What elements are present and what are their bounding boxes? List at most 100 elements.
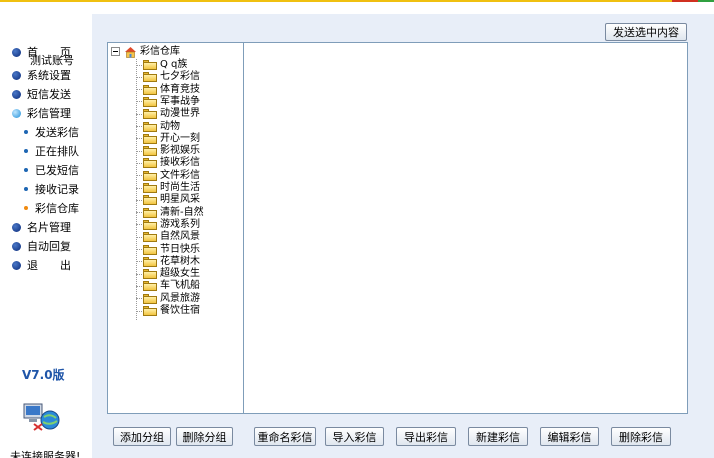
tree-folder-item[interactable]: 影视娱乐 <box>136 145 200 157</box>
tree-folder-item[interactable]: 接收彩信 <box>136 157 200 169</box>
tree-connector <box>136 126 142 127</box>
sub-queue[interactable]: 正在排队 <box>24 143 79 159</box>
nav-label: 自动回复 <box>27 240 71 253</box>
tree-folder-item[interactable]: 军事战争 <box>136 96 200 108</box>
connection-status: 未连接服务器! <box>10 450 81 458</box>
tree-folder-label: 七夕彩信 <box>160 71 200 83</box>
tree-folder-label: 超级女生 <box>160 268 200 280</box>
sub-label: 彩信仓库 <box>35 202 79 215</box>
tree-folder-label: 明星风采 <box>160 194 200 206</box>
tree-folder-item[interactable]: 超级女生 <box>136 268 200 280</box>
sub-send-mms[interactable]: 发送彩信 <box>24 124 79 140</box>
import-mms-button[interactable]: 导入彩信 <box>325 427 384 446</box>
tree-root[interactable]: 彩信仓库 <box>111 45 180 58</box>
bullet-icon <box>24 149 28 153</box>
network-computer-icon[interactable] <box>22 402 62 434</box>
blue-ball-icon <box>12 89 21 99</box>
nav-card-manage[interactable]: 名片管理 <box>12 219 71 235</box>
sub-label: 接收记录 <box>35 183 79 196</box>
tree-connector <box>136 212 142 214</box>
new-mms-button[interactable]: 新建彩信 <box>468 427 528 446</box>
tree-folder-item[interactable]: 清新-自然 <box>136 207 204 219</box>
blue-ball-icon <box>12 260 21 270</box>
folder-icon <box>143 72 157 83</box>
tree-folder-item[interactable]: 七夕彩信 <box>136 71 200 83</box>
folder-icon <box>143 269 157 280</box>
tree-connector <box>136 162 142 164</box>
tree-connector <box>136 175 142 177</box>
tree-folder-item[interactable]: 节日快乐 <box>136 244 200 256</box>
bullet-icon <box>24 168 28 172</box>
tree-folder-label: 花草树木 <box>160 255 200 267</box>
top-accent-red <box>672 0 698 2</box>
folder-icon <box>143 281 157 292</box>
bullet-icon <box>24 187 28 191</box>
nav-exit[interactable]: 退 出 <box>12 257 71 273</box>
sub-label: 已发短信 <box>35 164 79 177</box>
top-accent-green <box>698 0 714 2</box>
nav-system-settings[interactable]: 系统设置 <box>12 67 71 83</box>
tree-folder-label: Q q族 <box>160 59 188 70</box>
tree-folder-label: 时尚生活 <box>160 182 200 193</box>
nav-sms-send[interactable]: 短信发送 <box>12 86 71 102</box>
tree-folder-label: 车飞机船 <box>160 280 200 292</box>
folder-icon <box>143 133 157 144</box>
folder-icon <box>143 183 157 193</box>
sub-received[interactable]: 接收记录 <box>24 181 79 197</box>
blue-ball-icon <box>12 70 21 80</box>
sub-mms-warehouse[interactable]: 彩信仓库 <box>24 200 79 216</box>
tree-folder-item[interactable]: Q q族 <box>136 59 187 71</box>
export-mms-button[interactable]: 导出彩信 <box>396 427 456 446</box>
nav-auto-reply[interactable]: 自动回复 <box>12 238 71 254</box>
folder-icon <box>143 244 157 255</box>
nav-label: 短信发送 <box>27 88 71 101</box>
tree-folder-label: 接收彩信 <box>160 157 200 169</box>
tree-folder-label: 开心一刻 <box>160 132 200 144</box>
tree-connector <box>136 101 142 103</box>
version-label: V7.0版 <box>22 368 65 382</box>
blue-ball-icon <box>12 47 21 57</box>
folder-icon <box>143 256 157 267</box>
tree-folder-item[interactable]: 动物 <box>136 121 180 133</box>
folder-icon <box>143 96 157 107</box>
tree-folder-item[interactable]: 时尚生活 <box>136 182 200 194</box>
tree-connector <box>136 298 142 300</box>
mms-content-area[interactable] <box>243 42 688 414</box>
blue-ball-icon <box>12 241 21 251</box>
tree-folder-item[interactable]: 餐饮住宿 <box>136 305 200 317</box>
bullet-icon <box>24 130 28 134</box>
folder-icon <box>143 158 157 169</box>
folder-icon <box>143 207 157 218</box>
tree-connector <box>136 64 142 66</box>
tree-folder-item[interactable]: 开心一刻 <box>136 133 200 145</box>
sub-sent[interactable]: 已发短信 <box>24 162 79 178</box>
nav-mms-manage[interactable]: 彩信管理 <box>12 105 71 121</box>
tree-folder-label: 自然风景 <box>160 231 200 243</box>
tree-folder-item[interactable]: 风景旅游 <box>136 293 200 305</box>
tree-connector <box>136 113 142 115</box>
folder-icon <box>143 60 157 70</box>
tree-folder-item[interactable]: 明星风采 <box>136 194 200 206</box>
tree-folder-item[interactable]: 动漫世界 <box>136 108 200 120</box>
add-group-button[interactable]: 添加分组 <box>113 427 171 446</box>
folder-icon <box>143 121 157 132</box>
tree-folder-item[interactable]: 体育竞技 <box>136 84 200 96</box>
edit-mms-button[interactable]: 编辑彩信 <box>540 427 599 446</box>
delete-mms-button[interactable]: 删除彩信 <box>611 427 671 446</box>
tree-folder-label: 餐饮住宿 <box>160 305 200 316</box>
tree-folder-item[interactable]: 文件彩信 <box>136 170 200 182</box>
collapse-toggle-icon[interactable] <box>111 47 120 56</box>
tree-folder-item[interactable]: 游戏系列 <box>136 219 200 231</box>
tree-folder-label: 清新-自然 <box>160 206 204 218</box>
tree-connector <box>136 285 142 287</box>
mms-folder-tree[interactable]: 彩信仓库 Q q族 七夕彩信 体育竞技 军事战争 动漫世界 动物 开心一刻 影视娱乐 接收彩信文… <box>107 42 244 414</box>
folder-icon <box>143 170 157 181</box>
rename-mms-button[interactable]: 重命名彩信 <box>254 427 316 446</box>
tree-folder-item[interactable]: 自然风景 <box>136 231 200 243</box>
tree-folder-item[interactable]: 花草树木 <box>136 256 200 268</box>
tree-folder-item[interactable]: 车飞机船 <box>136 280 200 292</box>
folder-icon <box>143 195 157 206</box>
folder-icon <box>143 146 157 157</box>
send-selected-button[interactable]: 发送选中内容 <box>605 23 687 41</box>
delete-group-button[interactable]: 删除分组 <box>176 427 233 446</box>
